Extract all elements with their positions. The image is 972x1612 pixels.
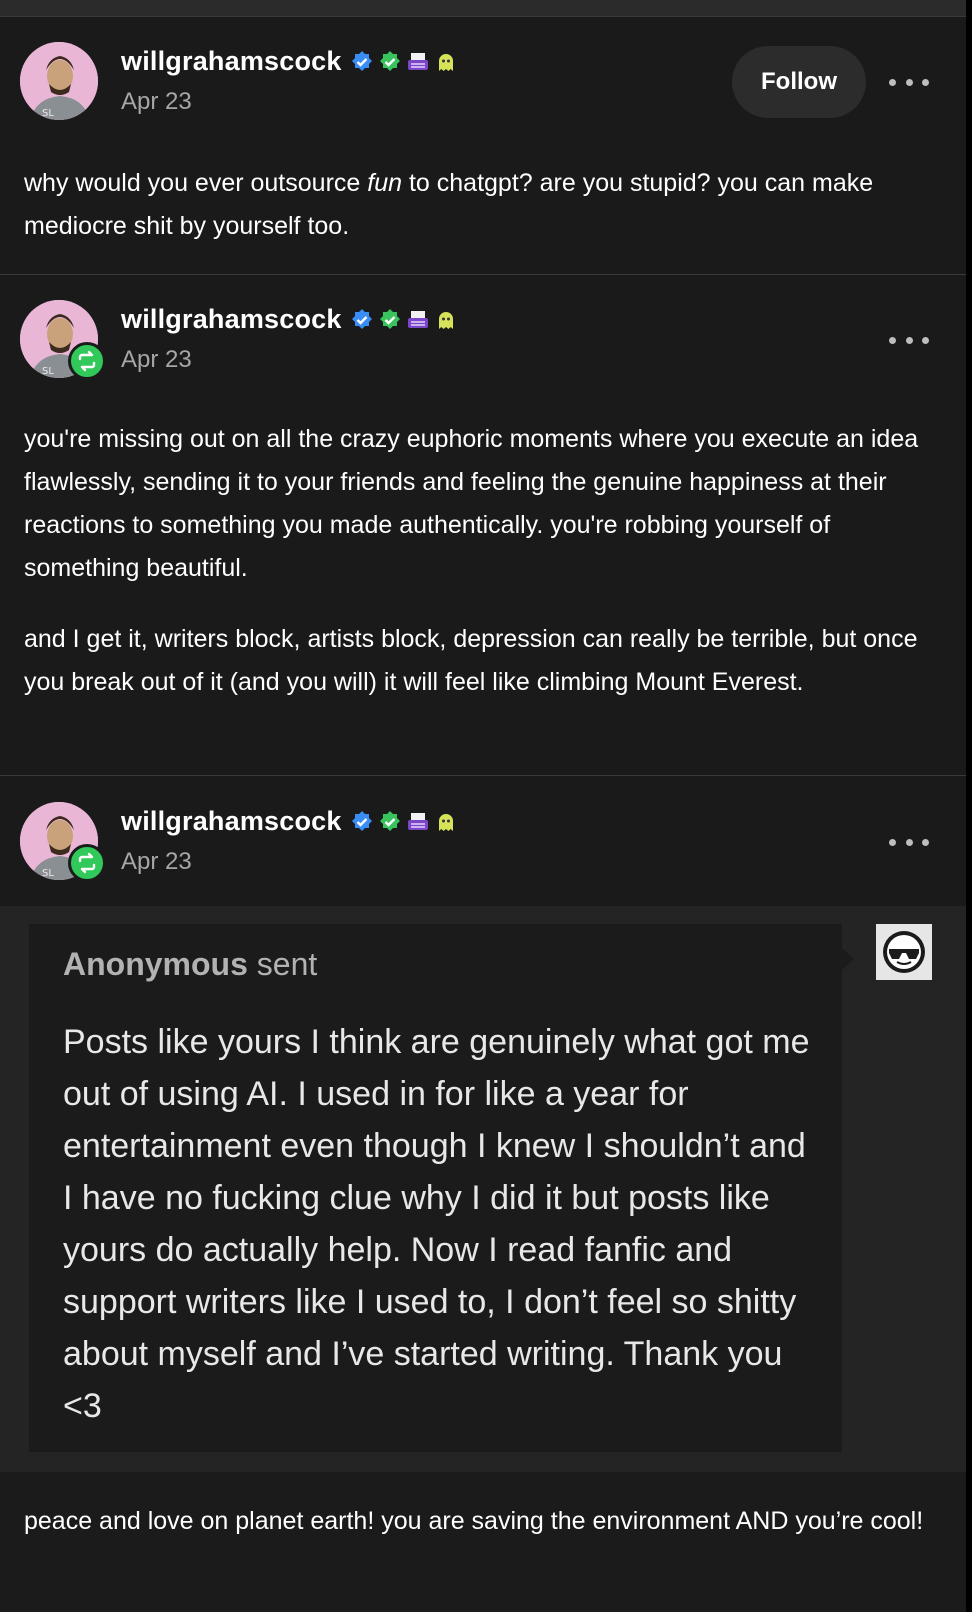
svg-text:SL: SL bbox=[42, 108, 54, 119]
post-date[interactable]: Apr 23 bbox=[121, 346, 192, 374]
post-body: why would you ever outsource fun to chat… bbox=[24, 162, 944, 248]
ask-sent-label: sent bbox=[247, 946, 318, 982]
ask-body: Posts like yours I think are genuinely w… bbox=[63, 1023, 810, 1425]
svg-text:SL: SL bbox=[42, 366, 54, 377]
post-username[interactable]: willgrahamscock bbox=[121, 46, 342, 77]
window-edge bbox=[966, 0, 972, 1612]
typewriter-badge-icon[interactable] bbox=[406, 810, 430, 834]
follow-button[interactable]: Follow bbox=[732, 46, 866, 118]
ghost-badge-icon[interactable] bbox=[434, 308, 458, 332]
reblog-icon bbox=[68, 844, 106, 882]
divider bbox=[0, 775, 966, 776]
typewriter-badge-icon[interactable] bbox=[406, 50, 430, 74]
typewriter-badge-icon[interactable] bbox=[406, 308, 430, 332]
verified-blue-badge-icon[interactable] bbox=[350, 308, 374, 332]
anonymous-sunglasses-icon bbox=[876, 924, 932, 980]
ghost-badge-icon[interactable] bbox=[434, 50, 458, 74]
ask-sender-line: Anonymous sent bbox=[63, 946, 317, 983]
svg-text:SL: SL bbox=[42, 868, 54, 879]
ask-sender: Anonymous bbox=[63, 946, 248, 982]
reply-text: peace and love on planet earth! you are … bbox=[24, 1507, 924, 1535]
post-paragraph: you're missing out on all the crazy euph… bbox=[24, 425, 919, 582]
verified-blue-badge-icon[interactable] bbox=[350, 50, 374, 74]
post-date[interactable]: Apr 23 bbox=[121, 848, 192, 876]
badge-row bbox=[350, 810, 458, 836]
post-body-text: why would you ever outsource bbox=[24, 169, 368, 197]
more-options-icon[interactable] bbox=[889, 832, 929, 852]
badge-row bbox=[350, 50, 458, 76]
post-username[interactable]: willgrahamscock bbox=[121, 304, 342, 335]
more-options-icon[interactable] bbox=[889, 72, 929, 92]
post-date[interactable]: Apr 23 bbox=[121, 88, 192, 116]
badge-row bbox=[350, 308, 458, 334]
post-paragraph: and I get it, writers block, artists blo… bbox=[24, 625, 918, 696]
ask-bubble-tail bbox=[842, 948, 854, 970]
reblog-icon bbox=[68, 342, 106, 380]
avatar-image: SL bbox=[20, 42, 98, 120]
verified-blue-badge-icon[interactable] bbox=[350, 810, 374, 834]
divider bbox=[0, 274, 966, 275]
avatar[interactable]: SL bbox=[20, 42, 98, 120]
post-username[interactable]: willgrahamscock bbox=[121, 806, 342, 837]
verified-green-badge-icon[interactable] bbox=[378, 308, 402, 332]
more-options-icon[interactable] bbox=[889, 330, 929, 350]
verified-green-badge-icon[interactable] bbox=[378, 810, 402, 834]
post-body-emphasis: fun bbox=[367, 169, 403, 197]
ghost-badge-icon[interactable] bbox=[434, 810, 458, 834]
verified-green-badge-icon[interactable] bbox=[378, 50, 402, 74]
